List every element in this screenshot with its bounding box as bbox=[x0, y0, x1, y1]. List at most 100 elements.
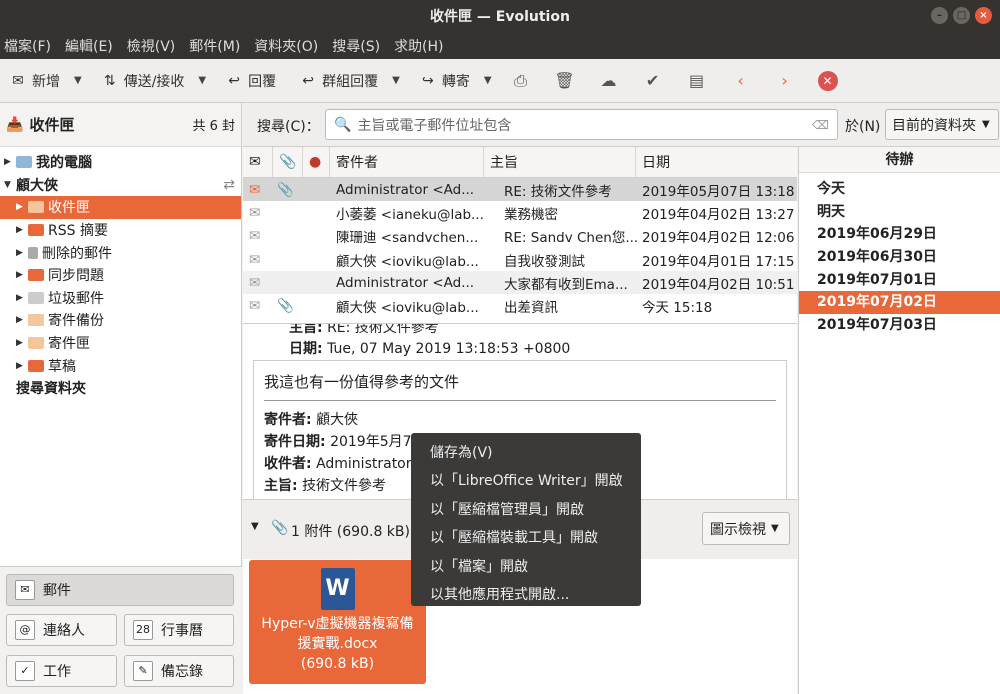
calendar-view-button[interactable]: 28 行事曆 bbox=[124, 614, 234, 646]
contacts-view-button[interactable]: @ 連絡人 bbox=[6, 614, 117, 646]
todo-date-item[interactable]: 2019年07月03日 bbox=[799, 314, 1000, 337]
todo-date-item[interactable]: 今天 bbox=[799, 178, 1000, 201]
folder-icon bbox=[28, 359, 44, 372]
folder-icon bbox=[28, 224, 44, 237]
column-date[interactable]: 日期 bbox=[636, 147, 793, 177]
not-junk-icon[interactable]: ✔ bbox=[642, 70, 664, 92]
todo-date-item[interactable]: 2019年06月29日 bbox=[799, 223, 1000, 246]
junk-icon[interactable]: ☁ bbox=[598, 70, 620, 92]
stop-icon[interactable]: ✕ bbox=[817, 70, 838, 91]
folder-account[interactable]: ▼ 顧大俠 ⇄ bbox=[0, 174, 241, 197]
maximize-icon[interactable]: □ bbox=[953, 7, 970, 24]
folder-junk[interactable]: ▶ 垃圾郵件 bbox=[0, 287, 241, 310]
message-row[interactable]: ✉ 📎 顧大俠 <ioviku@lab... 出差資訊 今天 15:18 bbox=[243, 294, 797, 317]
folder-outbox[interactable]: ▶ 寄件匣 bbox=[0, 332, 241, 355]
priority-column-icon[interactable]: ● bbox=[303, 147, 330, 177]
folder-tree: ▶ 我的電腦 ▼ 顧大俠 ⇄ ▶ 收件匣 ▶ RSS 摘要 ▶ 刪除的郵件 ▶ 同步問題 ▶ 垃… bbox=[0, 147, 241, 400]
menu-search[interactable]: 搜尋(S) bbox=[332, 36, 380, 56]
menu-message[interactable]: 郵件(M) bbox=[189, 36, 240, 56]
view-switcher: ✉ 郵件 @ 連絡人 28 行事曆 ✓ 工作 ✎ 備忘錄 bbox=[0, 566, 242, 694]
expand-icon[interactable]: ▶ bbox=[16, 202, 28, 212]
menu-item-open-libreoffice[interactable]: 以「LibreOffice Writer」開啟 bbox=[411, 467, 641, 495]
folder-inbox[interactable]: ▶ 收件匣 bbox=[0, 196, 241, 219]
tasks-icon: ✓ bbox=[15, 661, 35, 681]
menu-edit[interactable]: 編輯(E) bbox=[65, 36, 113, 56]
new-dropdown-icon[interactable]: ▼ bbox=[74, 75, 82, 86]
send-receive-dropdown-icon[interactable]: ▼ bbox=[198, 75, 206, 86]
print-icon[interactable]: ⎙ bbox=[510, 70, 532, 92]
folder-drafts[interactable]: ▶ 草稿 bbox=[0, 354, 241, 377]
folder-sync[interactable]: ▶ 同步問題 bbox=[0, 264, 241, 287]
computer-icon bbox=[16, 156, 32, 169]
tasks-view-button[interactable]: ✓ 工作 bbox=[6, 655, 117, 687]
clear-search-icon[interactable]: ⌫ bbox=[812, 118, 829, 132]
close-icon[interactable]: × bbox=[975, 7, 992, 24]
status-column-icon[interactable]: ✉ bbox=[243, 147, 273, 177]
attachment-column-icon[interactable]: 📎 bbox=[273, 147, 303, 177]
forward-button[interactable]: ↪ 轉寄 bbox=[418, 65, 470, 97]
todo-date-item[interactable]: 2019年07月02日 bbox=[799, 291, 1000, 315]
minimize-icon[interactable]: – bbox=[931, 7, 948, 24]
expand-icon[interactable]: ▶ bbox=[4, 157, 16, 167]
todo-date-item[interactable]: 2019年06月30日 bbox=[799, 246, 1000, 269]
expand-icon[interactable]: ▶ bbox=[16, 270, 28, 280]
folder-deleted[interactable]: ▶ 刪除的郵件 bbox=[0, 241, 241, 264]
message-row[interactable]: ✉ Administrator <Ad... 大家都有收到Ema... 2019… bbox=[243, 271, 797, 295]
message-row[interactable]: ✉ 陳珊迪 <sandvchen... RE: Sandv Chen您... 2… bbox=[243, 225, 797, 248]
folder-header: 📥 收件匣 共 6 封 bbox=[0, 103, 241, 147]
archive-icon[interactable]: ▤ bbox=[686, 70, 708, 92]
folder-my-computer[interactable]: ▶ 我的電腦 bbox=[0, 151, 241, 174]
menu-view[interactable]: 檢視(V) bbox=[127, 36, 176, 56]
reply-label: 回覆 bbox=[248, 73, 277, 90]
expand-icon[interactable]: ▶ bbox=[16, 225, 28, 235]
folder-rss[interactable]: ▶ RSS 摘要 bbox=[0, 219, 241, 242]
column-from[interactable]: 寄件者 bbox=[330, 147, 484, 177]
memos-view-button[interactable]: ✎ 備忘錄 bbox=[124, 655, 234, 687]
send-receive-icon: ⇅ bbox=[103, 72, 116, 89]
reply-group-dropdown-icon[interactable]: ▼ bbox=[392, 75, 400, 86]
menu-item-open-archive-mounter[interactable]: 以「壓縮檔裝載工具」開啟 bbox=[411, 524, 641, 552]
todo-date-item[interactable]: 明天 bbox=[799, 201, 1000, 224]
refresh-icon[interactable]: ⇄ bbox=[223, 177, 235, 193]
forward-dropdown-icon[interactable]: ▼ bbox=[484, 75, 492, 86]
menu-help[interactable]: 求助(H) bbox=[394, 36, 443, 56]
message-row[interactable]: ✉ 顧大俠 <ioviku@lab... 自我收發測試 2019年04月01日 … bbox=[243, 248, 797, 271]
attachment-file-size: (690.8 kB) bbox=[300, 656, 375, 672]
read-mail-icon: ✉ bbox=[249, 228, 261, 245]
message-row[interactable]: ✉ 小萎萎 <ianeku@lab... 業務機密 2019年04月02日 13… bbox=[243, 201, 797, 224]
expand-icon[interactable]: ▶ bbox=[16, 315, 28, 325]
expand-icon[interactable]: ▶ bbox=[16, 248, 28, 258]
reply-button[interactable]: ↩ 回覆 bbox=[224, 65, 276, 97]
menu-item-open-archive-manager[interactable]: 以「壓縮檔管理員」開啟 bbox=[411, 496, 641, 524]
attachment-view-select[interactable]: 圖示檢視 ▼ bbox=[702, 512, 790, 545]
new-button[interactable]: ✉ 新增 bbox=[8, 65, 60, 97]
body-heading: 我這也有一份值得參考的文件 bbox=[264, 371, 776, 401]
expand-icon[interactable]: ▶ bbox=[16, 293, 28, 303]
reply-group-button[interactable]: ↩ 群組回覆 bbox=[298, 65, 378, 97]
send-receive-label: 傳送/接收 bbox=[123, 73, 185, 90]
expand-icon[interactable]: ▶ bbox=[16, 338, 28, 348]
expand-attachments-icon[interactable]: ▼ bbox=[251, 521, 259, 532]
next-icon[interactable]: › bbox=[774, 70, 796, 92]
mail-view-button[interactable]: ✉ 郵件 bbox=[6, 574, 234, 606]
message-list: ✉ 📎 ● 寄件者 主旨 日期 ✉ 📎 Administrator <Ad...… bbox=[243, 147, 797, 323]
folder-search[interactable]: 搜尋資料夾 bbox=[0, 377, 241, 400]
search-scope-select[interactable]: 目前的資料夾 ▼ bbox=[885, 109, 999, 140]
send-receive-button[interactable]: ⇅ 傳送/接收 bbox=[100, 65, 185, 97]
search-input[interactable]: 🔍 主旨或電子郵件位址包含 ⌫ bbox=[325, 109, 838, 140]
menu-file[interactable]: 檔案(F) bbox=[4, 36, 51, 56]
expand-icon[interactable]: ▶ bbox=[16, 361, 28, 371]
menu-item-save-as[interactable]: 儲存為(V) bbox=[411, 439, 641, 467]
menu-folder[interactable]: 資料夾(O) bbox=[254, 36, 318, 56]
menu-item-open-other-app[interactable]: 以其他應用程式開啟... bbox=[411, 581, 641, 609]
folder-sent[interactable]: ▶ 寄件備份 bbox=[0, 309, 241, 332]
collapse-icon[interactable]: ▼ bbox=[4, 180, 16, 190]
message-row[interactable]: ✉ 📎 Administrator <Ad... RE: 技術文件參考 2019… bbox=[243, 178, 797, 202]
todo-date-item[interactable]: 2019年07月01日 bbox=[799, 269, 1000, 292]
chevron-down-icon: ▼ bbox=[982, 119, 990, 130]
menu-item-open-files[interactable]: 以「檔案」開啟 bbox=[411, 553, 641, 581]
trash-icon[interactable]: 🗑 bbox=[554, 70, 576, 92]
attachment-item[interactable]: W Hyper-v虛擬機器複寫備援實戰.docx (690.8 kB) bbox=[249, 560, 426, 684]
previous-icon[interactable]: ‹ bbox=[730, 70, 752, 92]
column-subject[interactable]: 主旨 bbox=[484, 147, 636, 177]
